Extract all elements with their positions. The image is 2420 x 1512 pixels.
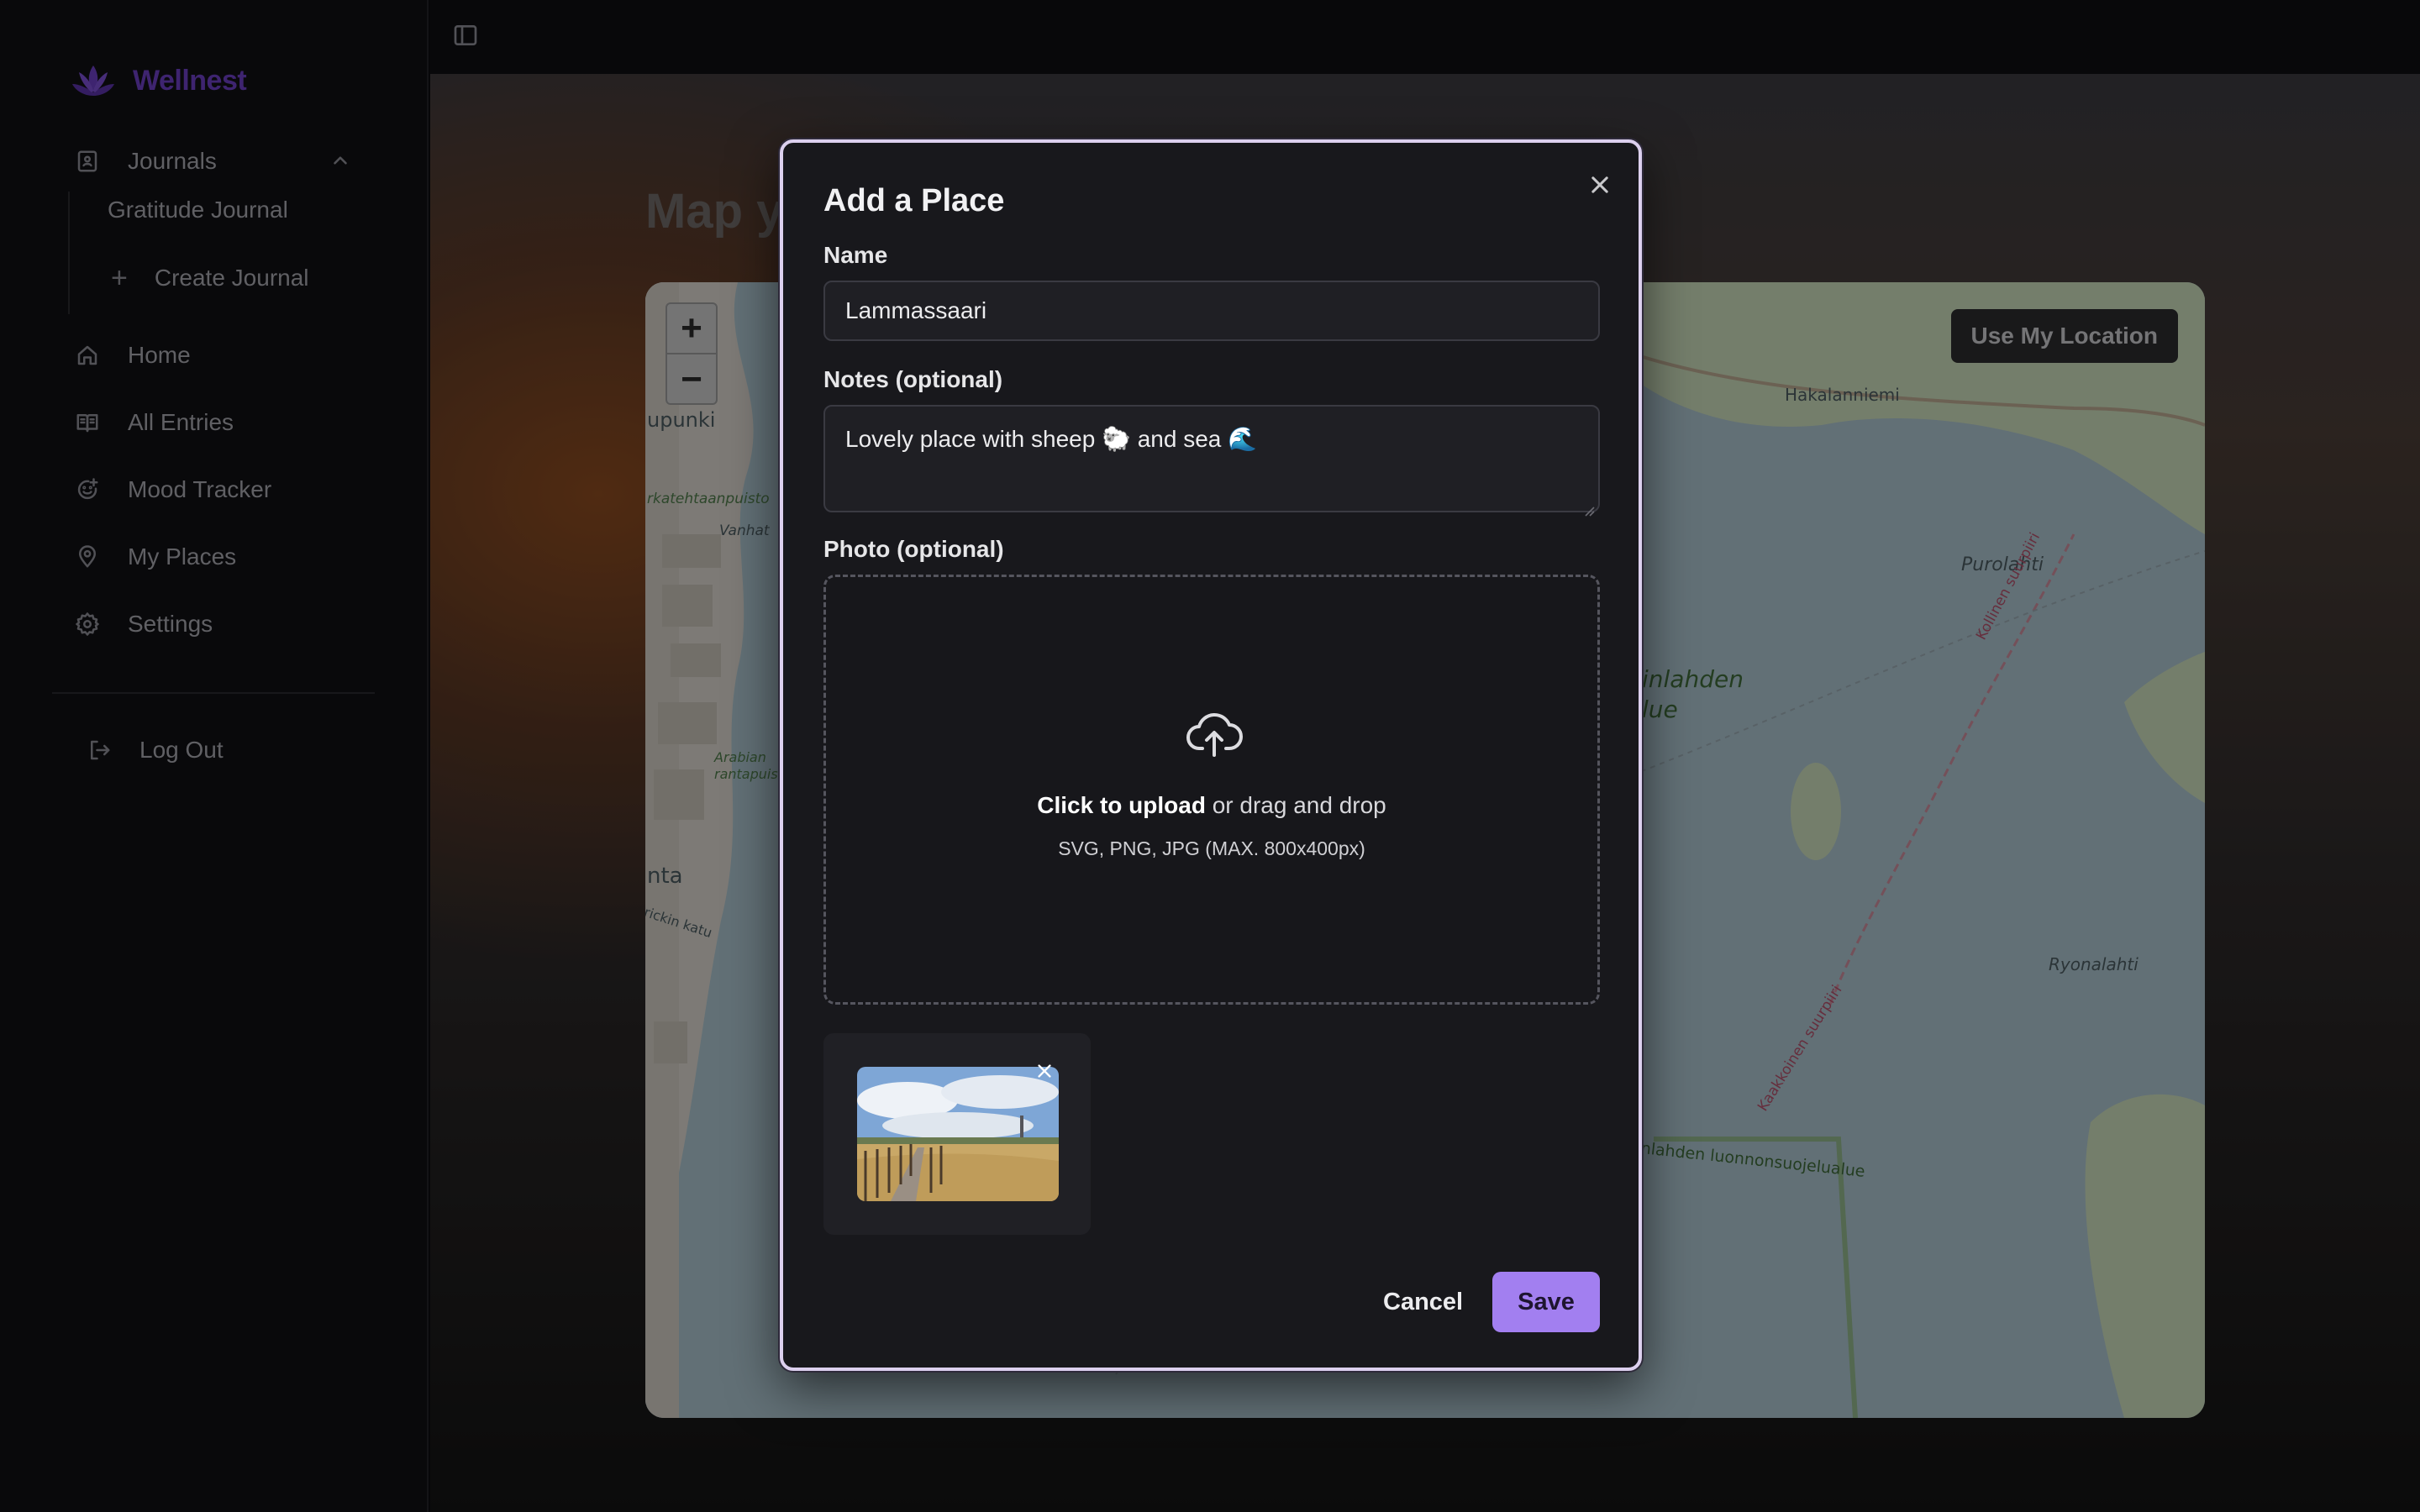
- name-label: Name: [823, 242, 888, 268]
- photo-label: Photo (optional): [823, 536, 1004, 562]
- photo-preview-card: [823, 1033, 1091, 1235]
- click-to-upload[interactable]: Click to upload: [1037, 792, 1206, 818]
- notes-field[interactable]: Lovely place with sheep 🐑 and sea 🌊: [823, 405, 1600, 517]
- upload-instructions: Click to upload or drag and drop: [826, 792, 1597, 819]
- close-icon[interactable]: [1588, 173, 1613, 198]
- photo-dropzone[interactable]: Click to upload or drag and drop SVG, PN…: [823, 575, 1600, 1005]
- name-field[interactable]: Lammassaari: [823, 281, 1600, 341]
- cloud-upload-icon: [1186, 710, 1243, 760]
- photo-thumbnail: [857, 1067, 1059, 1201]
- save-button[interactable]: Save: [1492, 1272, 1600, 1332]
- resize-handle-icon[interactable]: [1583, 496, 1595, 517]
- add-place-dialog: Add a Place Name Lammassaari Notes (opti…: [780, 139, 1642, 1371]
- cancel-button[interactable]: Cancel: [1366, 1272, 1480, 1332]
- upload-hint: SVG, PNG, JPG (MAX. 800x400px): [1058, 837, 1365, 859]
- dialog-title: Add a Place: [823, 183, 1005, 218]
- notes-value: Lovely place with sheep 🐑 and sea 🌊: [845, 426, 1257, 452]
- remove-photo-icon[interactable]: [1035, 1062, 1055, 1082]
- notes-label: Notes (optional): [823, 366, 1003, 392]
- upload-instructions-rest: or drag and drop: [1205, 792, 1386, 818]
